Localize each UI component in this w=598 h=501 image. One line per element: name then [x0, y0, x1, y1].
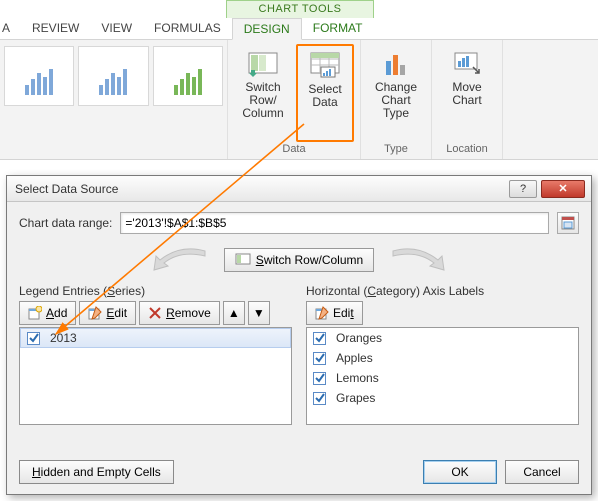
dialog-footer: Hidden and Empty Cells OK Cancel [19, 460, 579, 484]
group-type-label: Type [384, 142, 408, 157]
dialog-body: Chart data range: Switch Row/Column Lege… [7, 202, 591, 494]
chart-data-range-label: Chart data range: [19, 216, 112, 230]
dialog-title: Select Data Source [15, 182, 118, 196]
tab-design[interactable]: DESIGN [232, 18, 302, 40]
ribbon: CHART TOOLS A REVIEW VIEW FORMULAS DESIG… [0, 0, 598, 160]
axis-labels-column: Horizontal (Category) Axis Labels Edit O… [306, 284, 579, 425]
curved-arrow-right-icon [388, 246, 448, 274]
chart-style-thumb[interactable] [78, 46, 148, 106]
change-chart-type-icon [380, 47, 412, 79]
legend-entries-column: Legend Entries (Series) Add Edit Remove [19, 284, 292, 425]
range-picker-button[interactable] [557, 212, 579, 234]
switch-rowcol-icon [247, 47, 279, 79]
cancel-button[interactable]: Cancel [505, 460, 579, 484]
ribbon-tabs: A REVIEW VIEW FORMULAS DESIGN FORMAT [0, 18, 598, 40]
group-location-label: Location [446, 142, 488, 157]
chart-styles-gallery [0, 40, 228, 159]
chart-style-thumb[interactable] [4, 46, 74, 106]
move-down-button[interactable]: ▼ [248, 301, 270, 325]
edit-icon [315, 306, 329, 320]
move-chart-label: Move Chart [452, 81, 481, 107]
edit-icon [88, 306, 102, 320]
move-up-button[interactable]: ▲ [223, 301, 245, 325]
group-type: Change Chart Type Type [361, 40, 432, 159]
ribbon-body: Switch Row/ Column Select Data Data Chan… [0, 40, 598, 159]
switch-row-column-button-dialog[interactable]: Switch Row/Column [224, 248, 374, 272]
lists-area: Legend Entries (Series) Add Edit Remove [19, 284, 579, 425]
axis-checkbox[interactable] [313, 392, 326, 405]
tab-review[interactable]: REVIEW [21, 18, 90, 39]
tab-view[interactable]: VIEW [90, 18, 143, 39]
axis-row[interactable]: Grapes [307, 388, 578, 408]
group-data-label: Data [282, 142, 305, 157]
series-row[interactable]: 2013 [20, 328, 291, 348]
move-chart-icon [451, 47, 483, 79]
series-checkbox[interactable] [27, 332, 40, 345]
tab-format[interactable]: FORMAT [302, 18, 374, 39]
close-button[interactable]: ✕ [541, 180, 585, 198]
curved-arrow-left-icon [150, 246, 210, 274]
add-icon [28, 306, 42, 320]
tab-formulas[interactable]: FORMULAS [143, 18, 232, 39]
series-name: 2013 [50, 331, 77, 345]
axis-label: Lemons [336, 371, 379, 385]
edit-axis-labels-button[interactable]: Edit [306, 301, 363, 325]
close-icon: ✕ [558, 182, 567, 195]
ok-button[interactable]: OK [423, 460, 497, 484]
switch-row-column-button[interactable]: Switch Row/ Column [234, 44, 292, 142]
add-series-button[interactable]: Add [19, 301, 76, 325]
chart-data-range-input[interactable] [120, 212, 549, 234]
help-icon: ? [520, 183, 526, 195]
axis-checkbox[interactable] [313, 332, 326, 345]
dialog-titlebar: Select Data Source ? ✕ [7, 176, 591, 202]
select-data-label: Select Data [308, 83, 341, 109]
axis-listbox[interactable]: Oranges Apples Lemons Grapes [306, 327, 579, 425]
switch-label: Switch Row/Column [256, 253, 363, 267]
group-data: Switch Row/ Column Select Data Data [228, 40, 361, 159]
select-data-source-dialog: Select Data Source ? ✕ Chart data range:… [6, 175, 592, 495]
select-data-icon [309, 49, 341, 81]
select-data-button[interactable]: Select Data [296, 44, 354, 142]
chevron-down-icon: ▼ [253, 306, 265, 320]
chart-style-thumb[interactable] [153, 46, 223, 106]
axis-toolbar: Edit [306, 301, 579, 325]
axis-label: Apples [336, 351, 373, 365]
hidden-empty-cells-button[interactable]: Hidden and Empty Cells [19, 460, 174, 484]
edit-series-button[interactable]: Edit [79, 301, 136, 325]
axis-labels-title: Horizontal (Category) Axis Labels [306, 284, 579, 298]
remove-series-button[interactable]: Remove [139, 301, 220, 325]
legend-toolbar: Add Edit Remove ▲ ▼ [19, 301, 292, 325]
chart-data-range-row: Chart data range: [19, 212, 579, 234]
tab-partial[interactable]: A [0, 18, 21, 39]
help-button[interactable]: ? [509, 180, 537, 198]
axis-checkbox[interactable] [313, 372, 326, 385]
axis-checkbox[interactable] [313, 352, 326, 365]
axis-label: Grapes [336, 391, 375, 405]
change-chart-type-button[interactable]: Change Chart Type [367, 44, 425, 142]
legend-entries-title: Legend Entries (Series) [19, 284, 292, 298]
switch-rowcol-label: Switch Row/ Column [234, 81, 292, 120]
axis-row[interactable]: Apples [307, 348, 578, 368]
chart-tools-context-tab: CHART TOOLS [226, 0, 374, 18]
switch-row-column-area: Switch Row/Column [19, 246, 579, 274]
remove-icon [148, 306, 162, 320]
move-chart-button[interactable]: Move Chart [438, 44, 496, 142]
axis-label: Oranges [336, 331, 382, 345]
range-picker-icon [561, 216, 575, 230]
axis-row[interactable]: Lemons [307, 368, 578, 388]
group-location: Move Chart Location [432, 40, 503, 159]
series-listbox[interactable]: 2013 [19, 327, 292, 425]
switch-icon [235, 252, 251, 268]
chevron-up-icon: ▲ [228, 306, 240, 320]
axis-row[interactable]: Oranges [307, 328, 578, 348]
change-chart-type-label: Change Chart Type [367, 81, 425, 120]
